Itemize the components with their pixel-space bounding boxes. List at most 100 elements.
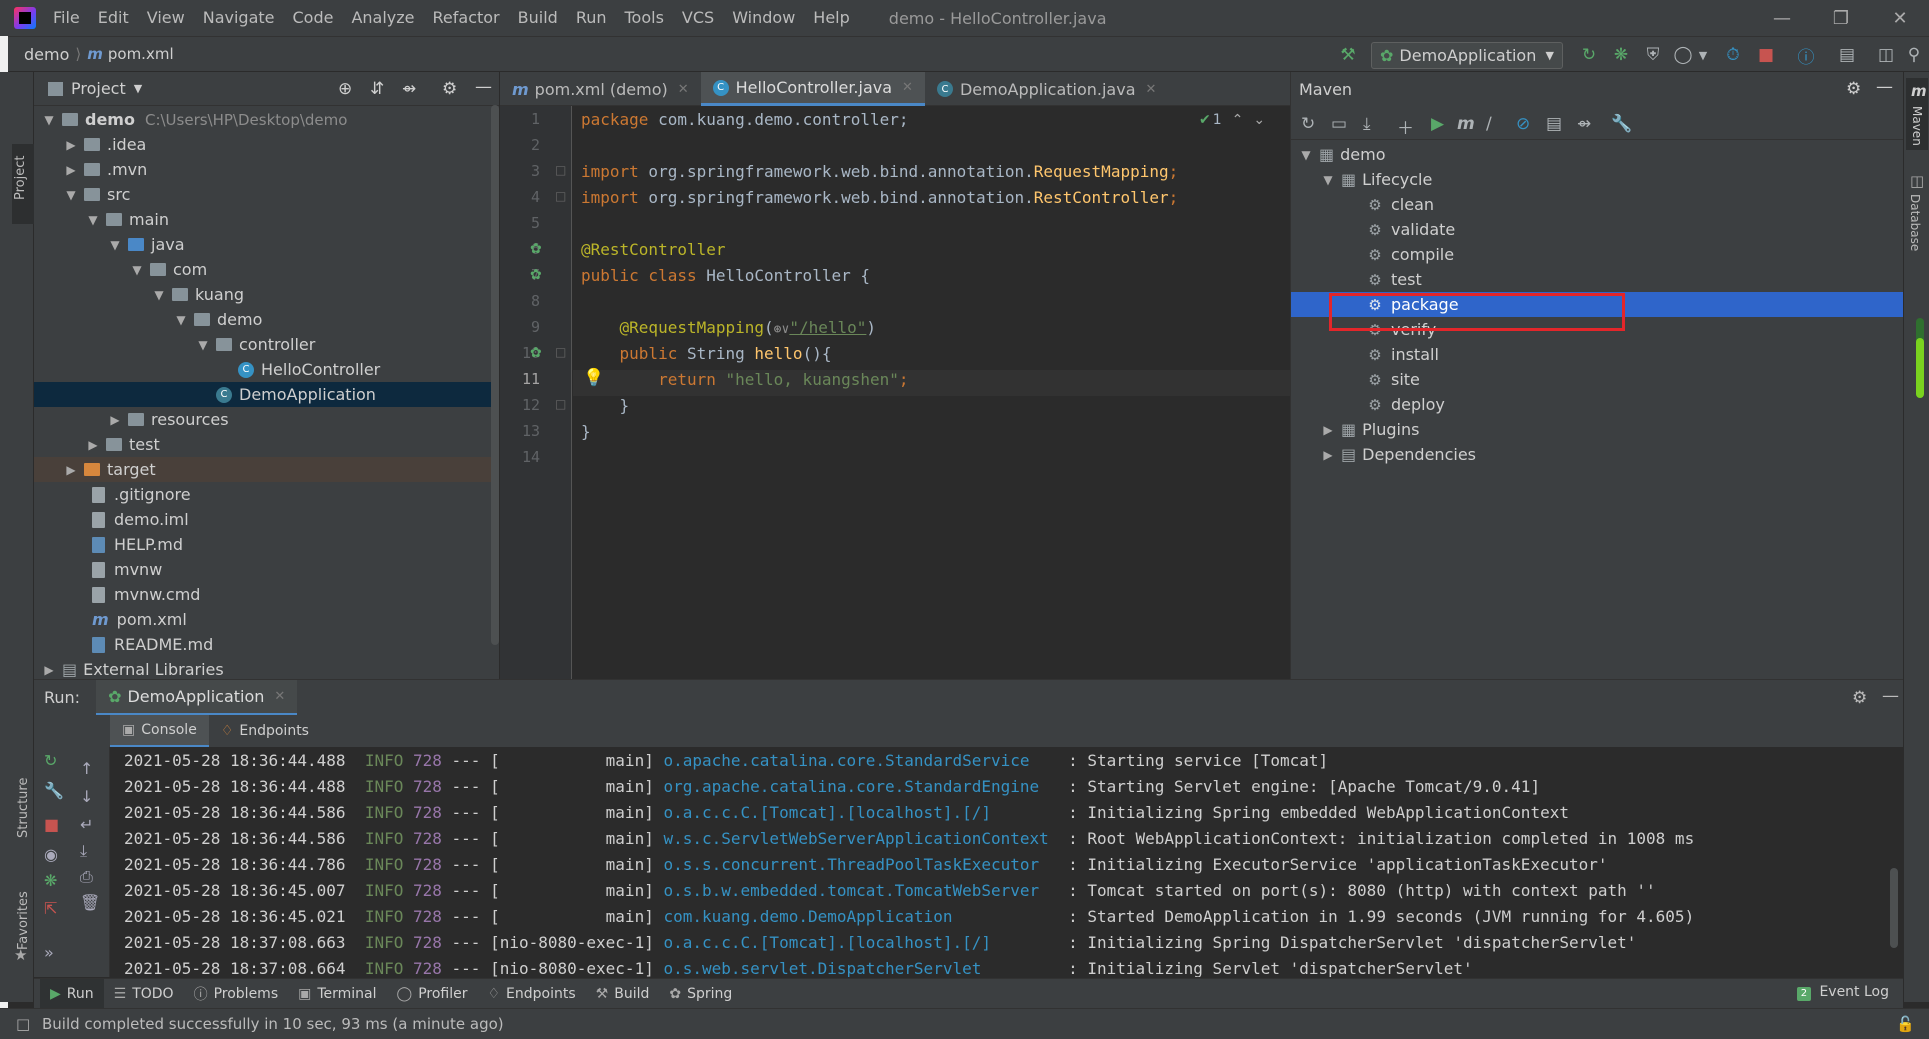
tab-endpoints[interactable]: ♢ Endpoints bbox=[209, 715, 321, 747]
wrench-icon[interactable]: 🔧 bbox=[44, 781, 64, 800]
maven-tree-project[interactable]: ▼ ▦ demo bbox=[1291, 142, 1904, 167]
fold-icon[interactable]: □ bbox=[555, 397, 566, 411]
tree-item-demo-iml[interactable]: demo.iml bbox=[34, 507, 499, 532]
rerun-icon[interactable]: ↻ bbox=[44, 751, 57, 770]
editor-gutter[interactable]: 1 2 3 4 5 6 7 8 9 10 11 12 13 14 ✿ ✿ ✿ □… bbox=[500, 106, 572, 679]
trash-icon[interactable]: 🗑 bbox=[80, 893, 100, 912]
bottom-tab-build[interactable]: ⚒ Build bbox=[586, 979, 660, 1009]
bottom-tab-todo[interactable]: ☰ TODO bbox=[104, 979, 184, 1009]
toggle-offline-icon[interactable]: ∕ bbox=[1486, 114, 1492, 134]
run-config-tab[interactable]: ✿ DemoApplication ✕ bbox=[96, 679, 298, 716]
restore-icon[interactable]: ❐ bbox=[1818, 0, 1864, 36]
code-string[interactable]: "/hello" bbox=[789, 318, 866, 337]
spring-bean-gutter-icon[interactable]: ✿ bbox=[530, 267, 542, 283]
bottom-tab-endpoints[interactable]: ♢ Endpoints bbox=[477, 979, 585, 1009]
project-scrollbar[interactable] bbox=[491, 105, 499, 645]
close-tab-icon[interactable]: ✕ bbox=[678, 82, 689, 97]
favorites-tool-label[interactable]: Favorites bbox=[16, 891, 31, 950]
hide-panel-icon[interactable]: — bbox=[475, 77, 492, 97]
tab-pom-xml[interactable]: m pom.xml (demo) ✕ bbox=[500, 72, 701, 106]
inspection-widget[interactable]: ✔ 1 ⌃ ⌄ bbox=[1199, 112, 1265, 128]
scroll-down-icon[interactable]: ↓ bbox=[80, 787, 93, 806]
maven-tool-button[interactable]: m Maven bbox=[1906, 78, 1928, 150]
log-class[interactable]: o.a.c.c.C.[Tomcat].[localhost].[/] bbox=[663, 933, 1058, 952]
tree-item-mvnw-cmd[interactable]: mvnw.cmd bbox=[34, 582, 499, 607]
breadcrumb-file[interactable]: pom.xml bbox=[108, 45, 174, 63]
lightbulb-icon[interactable]: 💡 bbox=[583, 368, 604, 388]
tool-windows-icon[interactable]: □ bbox=[16, 1015, 30, 1033]
download-icon[interactable]: ⤓ bbox=[1363, 114, 1371, 134]
tab-demoapplication[interactable]: C DemoApplication.java ✕ bbox=[925, 72, 1168, 106]
console-output[interactable]: 2021-05-28 18:36:44.488 INFO 728 --- [ m… bbox=[111, 747, 1903, 977]
log-class[interactable]: o.apache.catalina.core.StandardService bbox=[663, 751, 1058, 770]
update-icon[interactable]: ⏱ bbox=[1722, 44, 1744, 66]
maven-phase-compile[interactable]: ⚙ compile bbox=[1291, 242, 1904, 267]
lock-icon[interactable]: 🔓 bbox=[1896, 1015, 1915, 1033]
code-editor[interactable]: package com.kuang.demo.controller; impor… bbox=[573, 106, 1290, 679]
close-tab-icon[interactable]: ✕ bbox=[274, 689, 285, 704]
log-class[interactable]: o.s.web.servlet.DispatcherServlet bbox=[663, 959, 1058, 977]
stop-icon[interactable]: ■ bbox=[44, 815, 59, 834]
menu-refactor[interactable]: Refactor bbox=[424, 0, 509, 36]
scroll-up-icon[interactable]: ↑ bbox=[80, 759, 93, 778]
bottom-tab-run[interactable]: ▶ Run bbox=[40, 978, 104, 1009]
menu-file[interactable]: File bbox=[44, 0, 89, 36]
reload-icon[interactable]: ↻ bbox=[1301, 114, 1315, 134]
breadcrumb-project[interactable]: demo bbox=[0, 45, 69, 64]
fold-icon[interactable]: □ bbox=[555, 189, 566, 203]
run-configuration-select[interactable]: ✿ DemoApplication ▼ bbox=[1371, 42, 1563, 69]
url-inlay-hint-icon[interactable]: ⊛∨ bbox=[774, 322, 790, 337]
close-tab-icon[interactable]: ✕ bbox=[902, 80, 913, 95]
log-class[interactable]: o.s.s.concurrent.ThreadPoolTaskExecutor bbox=[663, 855, 1058, 874]
status-message[interactable]: Build completed successfully in 10 sec, … bbox=[42, 1015, 504, 1033]
menu-vcs[interactable]: VCS bbox=[673, 0, 723, 36]
menu-help[interactable]: Help bbox=[804, 0, 858, 36]
menu-code[interactable]: Code bbox=[284, 0, 343, 36]
locate-icon[interactable]: ⊕ bbox=[338, 79, 352, 99]
add-icon[interactable]: ＋ bbox=[1397, 114, 1414, 139]
chevron-down-icon[interactable]: ⌄ bbox=[1253, 112, 1265, 128]
tree-item-com[interactable]: ▼ com bbox=[34, 257, 499, 282]
minimize-icon[interactable]: — bbox=[1759, 0, 1805, 36]
hide-panel-icon[interactable]: — bbox=[1876, 77, 1893, 97]
tree-item-target[interactable]: ▶ target bbox=[34, 457, 499, 482]
menu-view[interactable]: View bbox=[138, 0, 194, 36]
debug-icon[interactable]: ❋ bbox=[44, 871, 57, 890]
tree-item-java[interactable]: ▼ java bbox=[34, 232, 499, 257]
tree-item-idea[interactable]: ▶ .idea bbox=[34, 132, 499, 157]
menu-navigate[interactable]: Navigate bbox=[194, 0, 284, 36]
hide-panel-icon[interactable]: — bbox=[1882, 686, 1899, 706]
exit-icon[interactable]: ⇱ bbox=[44, 899, 57, 918]
gear-icon[interactable]: ⚙ bbox=[442, 79, 457, 99]
close-tab-icon[interactable]: ✕ bbox=[1146, 82, 1157, 97]
skip-tests-icon[interactable]: ⊘ bbox=[1516, 114, 1530, 134]
log-class[interactable]: o.s.b.w.embedded.tomcat.TomcatWebServer bbox=[663, 881, 1058, 900]
fold-icon[interactable]: □ bbox=[555, 163, 566, 177]
spring-bean-gutter-icon[interactable]: ✿ bbox=[530, 241, 542, 257]
tree-item-kuang[interactable]: ▼ kuang bbox=[34, 282, 499, 307]
maven-phase-test[interactable]: ⚙ test bbox=[1291, 267, 1904, 292]
maven-tree-plugins[interactable]: ▶ ▦ Plugins bbox=[1291, 417, 1904, 442]
chevron-down-icon[interactable]: ▼ bbox=[134, 82, 142, 95]
debug-icon[interactable]: ❋ bbox=[1610, 44, 1632, 66]
profiler-dropdown-icon[interactable]: ▼ bbox=[1692, 44, 1714, 66]
tree-item-gitignore[interactable]: .gitignore bbox=[34, 482, 499, 507]
soft-wrap-icon[interactable]: ↵ bbox=[80, 815, 93, 834]
gear-icon[interactable]: ⚙ bbox=[1846, 79, 1861, 99]
maven-goal-icon[interactable]: m bbox=[1457, 114, 1475, 134]
chevron-up-icon[interactable]: ⌃ bbox=[1232, 112, 1244, 128]
menu-build[interactable]: Build bbox=[509, 0, 567, 36]
tree-item-src[interactable]: ▼ src bbox=[34, 182, 499, 207]
database-tool-label[interactable]: Database bbox=[1908, 194, 1922, 251]
structure-tool-label[interactable]: Structure bbox=[16, 778, 31, 838]
log-class[interactable]: w.s.c.ServletWebServerApplicationContext bbox=[663, 829, 1058, 848]
project-structure-icon[interactable]: ▤ bbox=[1836, 44, 1858, 66]
bottom-tab-terminal[interactable]: ▣ Terminal bbox=[288, 979, 386, 1009]
fold-icon[interactable]: □ bbox=[555, 345, 566, 359]
collapse-all-icon[interactable]: ⇴ bbox=[1577, 114, 1591, 134]
presentation-icon[interactable]: ◫ bbox=[1875, 44, 1897, 66]
help-icon[interactable]: ⓘ bbox=[1795, 44, 1817, 68]
tree-item-demo-package[interactable]: ▼ demo bbox=[34, 307, 499, 332]
tree-item-readme[interactable]: README.md bbox=[34, 632, 499, 657]
maven-tree-dependencies[interactable]: ▶ ▤ Dependencies bbox=[1291, 442, 1904, 467]
